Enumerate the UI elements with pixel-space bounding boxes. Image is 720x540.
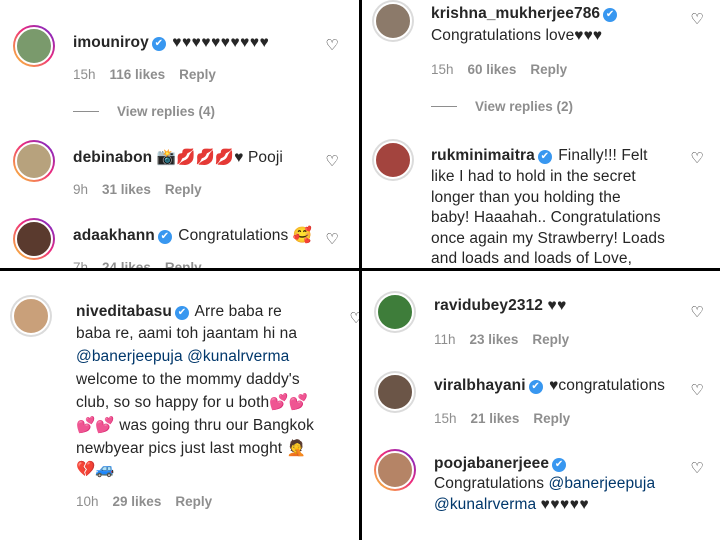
- likes-count[interactable]: 116 likes: [110, 67, 166, 82]
- mention-link[interactable]: @kunalrverma: [434, 496, 536, 513]
- comment-text: Arre baba re: [194, 303, 282, 320]
- comment-time: 10h: [76, 494, 99, 509]
- verified-icon: ✔: [528, 380, 543, 394]
- comment-text: 📸💋💋💋♥ Pooji: [156, 149, 283, 166]
- avatar[interactable]: [374, 449, 416, 491]
- comment-meta: 15h 60 likes Reply: [431, 62, 581, 77]
- like-heart-icon[interactable]: ♡: [324, 38, 340, 54]
- comment-text-line: like I had to hold in the secret: [431, 168, 636, 185]
- reply-button[interactable]: Reply: [165, 182, 202, 197]
- like-heart-icon[interactable]: ♡: [689, 305, 705, 321]
- likes-count[interactable]: 60 likes: [468, 62, 517, 77]
- username[interactable]: adaakhann: [73, 227, 155, 244]
- comment-text-line: and loads and loads of Love,: [431, 250, 633, 267]
- username[interactable]: rukminimaitra: [431, 147, 535, 164]
- mention-link[interactable]: @banerjeepuja: [549, 475, 656, 492]
- comment-text-line: club, so so happy for u both💕💕: [76, 394, 309, 411]
- comment-text: Congratulations love♥♥♥: [431, 27, 603, 44]
- like-heart-icon[interactable]: ♡: [689, 151, 705, 167]
- likes-count[interactable]: 21 likes: [471, 411, 520, 426]
- mention-link[interactable]: @kunalrverma: [187, 348, 289, 365]
- comment-time: 9h: [73, 182, 89, 197]
- verified-icon: ✔: [174, 306, 189, 320]
- likes-count[interactable]: 31 likes: [102, 182, 151, 197]
- username[interactable]: krishna_mukherjee786: [431, 5, 600, 22]
- reply-button[interactable]: Reply: [532, 332, 569, 347]
- panel-top-left: imouniroy ✔ ♥♥♥♥♥♥♥♥♥♥ ♡ 15h 116 likes Repl…: [0, 0, 359, 268]
- verified-icon: ✔: [157, 230, 172, 244]
- comment-text-line: longer than you holding the: [431, 189, 621, 206]
- comment-time: 15h: [431, 62, 454, 77]
- avatar[interactable]: [372, 0, 414, 42]
- divider: [431, 106, 457, 107]
- reply-button[interactable]: Reply: [165, 260, 202, 268]
- comment-meta: 11h 23 likes Reply: [434, 332, 583, 347]
- comment-meta: 15h 21 likes Reply: [434, 411, 584, 426]
- comment-meta: 7h 24 likes Reply: [73, 260, 216, 268]
- comment-text-line: newbyear pics just last moght 🤦: [76, 440, 307, 457]
- view-replies-button[interactable]: View replies (4): [73, 104, 215, 119]
- avatar[interactable]: [13, 25, 55, 67]
- panel-top-right: krishna_mukherjee786 ✔ Congratulations lo…: [362, 0, 720, 268]
- comment-text: ♥♥♥♥♥♥♥♥♥♥: [172, 34, 270, 51]
- comment-meta: 10h 29 likes Reply: [76, 494, 226, 509]
- verified-icon: ✔: [151, 37, 166, 51]
- comment-hearts: ♥♥♥♥♥: [540, 496, 590, 513]
- comment-meta: 9h 31 likes Reply: [73, 182, 216, 197]
- panel-bottom-right: ravidubey2312 ♥♥ ♡ 11h 23 likes Reply vira…: [362, 271, 720, 540]
- comment-text: ♥♥: [547, 297, 567, 314]
- comment-text-line: baba re, aami toh jaantam hi na: [76, 325, 298, 342]
- verified-icon: ✔: [552, 458, 567, 472]
- username[interactable]: poojabanerjeee: [434, 455, 549, 472]
- comment-text-line: baby! Haaahah.. Congratulations: [431, 209, 661, 226]
- panel-bottom-left: niveditabasu ✔ Arre baba re baba re, aami…: [0, 271, 359, 540]
- username[interactable]: imouniroy: [73, 34, 149, 51]
- like-heart-icon[interactable]: ♡: [689, 461, 705, 477]
- username[interactable]: niveditabasu: [76, 303, 172, 320]
- avatar[interactable]: [374, 371, 416, 413]
- view-replies-button[interactable]: View replies (2): [431, 99, 573, 114]
- reply-button[interactable]: Reply: [175, 494, 212, 509]
- comment-time: 11h: [434, 332, 456, 347]
- reply-button[interactable]: Reply: [533, 411, 570, 426]
- mention-link[interactable]: @banerjeepuja: [76, 348, 183, 365]
- comment-text: Congratulations: [434, 475, 545, 492]
- like-heart-icon[interactable]: ♡: [324, 232, 340, 248]
- like-heart-icon[interactable]: ♡: [348, 311, 359, 327]
- reply-button[interactable]: Reply: [179, 67, 216, 82]
- like-heart-icon[interactable]: ♡: [689, 383, 705, 399]
- comment-meta: 15h 116 likes Reply: [73, 67, 230, 82]
- comment-text: ♥congratulations: [549, 377, 666, 394]
- likes-count[interactable]: 24 likes: [102, 260, 151, 268]
- divider: [73, 111, 99, 112]
- likes-count[interactable]: 29 likes: [113, 494, 162, 509]
- like-heart-icon[interactable]: ♡: [689, 12, 705, 28]
- reply-button[interactable]: Reply: [530, 62, 567, 77]
- comment-text-line: welcome to the mommy daddy's: [76, 371, 300, 388]
- comment-text: Finally!!! Felt: [558, 147, 648, 164]
- comment-text: Congratulations 🥰: [178, 227, 313, 244]
- verified-icon: ✔: [537, 150, 552, 164]
- comment-text-line: once again my Strawberry! Loads: [431, 230, 665, 247]
- comment-time: 7h: [73, 260, 89, 268]
- avatar[interactable]: [372, 139, 414, 181]
- username[interactable]: ravidubey2312: [434, 297, 543, 314]
- username[interactable]: viralbhayani: [434, 377, 526, 394]
- comment-text-line: 💕💕 was going thru our Bangkok: [76, 417, 314, 434]
- avatar[interactable]: [13, 218, 55, 260]
- verified-icon: ✔: [603, 8, 618, 22]
- avatar[interactable]: [13, 140, 55, 182]
- username[interactable]: debinabon: [73, 149, 152, 166]
- likes-count[interactable]: 23 likes: [470, 332, 519, 347]
- comment-text-line: 💔🚙: [76, 461, 115, 478]
- avatar[interactable]: [374, 291, 416, 333]
- avatar[interactable]: [10, 295, 52, 337]
- like-heart-icon[interactable]: ♡: [324, 154, 340, 170]
- comment-time: 15h: [73, 67, 96, 82]
- comment-time: 15h: [434, 411, 457, 426]
- screenshot-collage: imouniroy ✔ ♥♥♥♥♥♥♥♥♥♥ ♡ 15h 116 likes Repl…: [0, 0, 720, 540]
